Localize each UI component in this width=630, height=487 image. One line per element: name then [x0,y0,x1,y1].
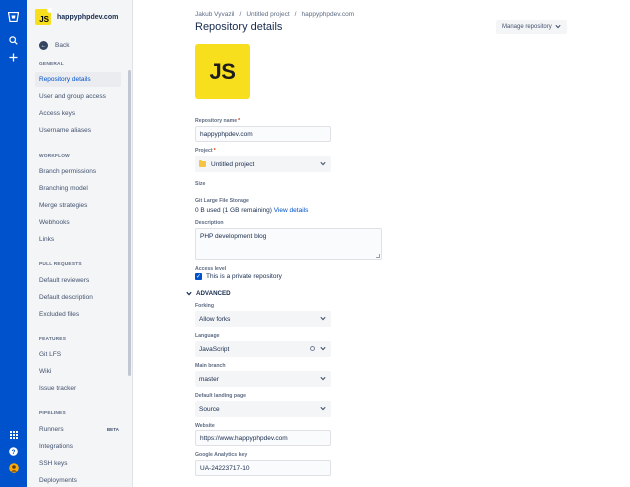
chevron-down-icon [186,291,192,296]
private-repository-label: This is a private repository [206,273,282,280]
sidebar-item-access-keys[interactable]: Access keys [35,106,121,121]
manage-repository-label: Manage repository [502,24,552,30]
breadcrumb-project[interactable]: Untitled project [246,11,289,18]
sidebar-item-default-description[interactable]: Default description [35,290,121,305]
description-value: PHP development blog [200,233,267,240]
language-select[interactable]: JavaScript [195,341,331,357]
sidebar-scrollbar[interactable] [128,70,131,376]
breadcrumb: Jakub Vyvazil / Untitled project / happy… [195,11,354,18]
project-sidebar: JS happyphpdev.com ← Back GENERAL Reposi… [27,0,133,487]
bitbucket-logo-icon[interactable] [0,12,27,22]
repository-avatar-text: JS [209,58,236,84]
advanced-label: ADVANCED [196,290,231,297]
chevron-down-icon [320,346,326,351]
sidebar-item-merge-strategies[interactable]: Merge strategies [35,198,121,213]
manage-repository-button[interactable]: Manage repository [496,20,567,34]
global-nav: ? [0,0,27,487]
language-label: Language [195,333,220,339]
website-input[interactable]: https://www.happyphpdev.com [195,430,331,446]
repo-name-label: Repository name* [195,118,241,124]
sidebar-item-issue-tracker[interactable]: Issue tracker [35,381,121,396]
sidebar-item-integrations[interactable]: Integrations [35,439,121,454]
sidebar-item-webhooks[interactable]: Webhooks [35,215,121,230]
breadcrumb-repo[interactable]: happyphpdev.com [301,11,354,18]
main-branch-select[interactable]: master [195,371,331,387]
project-logo: JS [35,7,53,25]
sidebar-item-branching-model[interactable]: Branching model [35,181,121,196]
app-switcher-icon[interactable] [0,431,27,439]
chevron-down-icon [320,406,326,411]
sidebar-project-header[interactable]: JS happyphpdev.com [35,7,119,25]
project-select[interactable]: Untitled project [195,156,331,172]
sidebar-item-username-aliases[interactable]: Username aliases [35,123,121,138]
user-avatar-icon[interactable] [0,463,27,473]
project-label: Project* [195,148,216,154]
sidebar-item-ssh-keys[interactable]: SSH keys [35,456,121,471]
lfs-usage: 0 B used (1 GB remaining) View details [195,207,308,214]
sidebar-item-git-lfs[interactable]: Git LFS [35,347,121,362]
size-label: Size [195,181,206,187]
section-general: GENERAL [39,62,64,67]
forking-select[interactable]: Allow forks [195,311,331,327]
beta-badge: BETA [106,427,119,432]
breadcrumb-user[interactable]: Jakub Vyvazil [195,11,235,18]
access-level-label: Access level [195,266,227,272]
google-analytics-input[interactable]: UA-24223717-10 [195,460,331,476]
section-pull-requests: PULL REQUESTS [39,262,82,267]
resize-grip-icon[interactable] [376,254,380,258]
website-label: Website [195,423,215,429]
google-analytics-label: Google Analytics key [195,452,248,458]
sidebar-item-branch-permissions[interactable]: Branch permissions [35,164,121,179]
chevron-down-icon [320,316,326,321]
landing-page-select[interactable]: Source [195,401,331,417]
view-details-link[interactable]: View details [274,207,309,214]
folder-icon [199,160,206,167]
landing-page-label: Default landing page [195,393,247,399]
section-pipelines: PIPELINES [39,411,66,416]
help-icon[interactable]: ? [0,447,27,456]
chevron-down-icon [320,376,326,381]
back-label: Back [55,42,70,49]
lfs-usage-value: 0 B used (1 GB remaining) [195,207,272,214]
forking-select-value: Allow forks [199,315,231,323]
sidebar-item-excluded-files[interactable]: Excluded files [35,307,121,322]
back-arrow-icon: ← [39,41,48,50]
create-plus-icon[interactable] [0,53,27,62]
sidebar-item-repository-details[interactable]: Repository details [35,72,121,87]
sidebar-item-wiki[interactable]: Wiki [35,364,121,379]
back-button[interactable]: ← Back [39,41,69,50]
main-branch-label: Main branch [195,363,226,369]
breadcrumb-separator: / [239,11,242,18]
description-label: Description [195,220,224,226]
forking-label: Forking [195,303,215,309]
language-select-value: JavaScript [199,345,230,353]
repository-avatar[interactable]: JS [195,44,250,99]
checkmark-icon: ✓ [195,273,202,280]
private-repository-checkbox[interactable]: ✓ This is a private repository [195,273,282,280]
main-branch-select-value: master [199,375,219,383]
section-features: FEATURES [39,337,67,342]
sidebar-item-default-reviewers[interactable]: Default reviewers [35,273,121,288]
sidebar-item-runners-label: Runners [39,426,64,433]
chevron-down-icon [555,24,561,29]
project-select-value: Untitled project [211,160,255,168]
sidebar-item-links[interactable]: Links [35,232,121,247]
landing-page-select-value: Source [199,405,220,413]
sidebar-item-user-group-access[interactable]: User and group access [35,89,121,104]
svg-text:?: ? [12,449,16,456]
advanced-toggle[interactable]: ADVANCED [186,290,231,297]
page-title: Repository details [195,21,283,33]
breadcrumb-separator: / [294,11,297,18]
sidebar-item-runners[interactable]: Runners BETA [35,422,121,437]
section-workflow: WORKFLOW [39,154,70,159]
project-name: happyphpdev.com [57,13,119,21]
clear-selection-icon[interactable] [310,346,315,351]
chevron-down-icon [320,161,326,166]
description-textarea[interactable]: PHP development blog [195,228,382,260]
repo-name-input[interactable]: happyphpdev.com [195,126,331,142]
lfs-label: Git Large File Storage [195,198,249,204]
search-icon[interactable] [0,36,27,45]
sidebar-item-deployments[interactable]: Deployments [35,473,121,487]
